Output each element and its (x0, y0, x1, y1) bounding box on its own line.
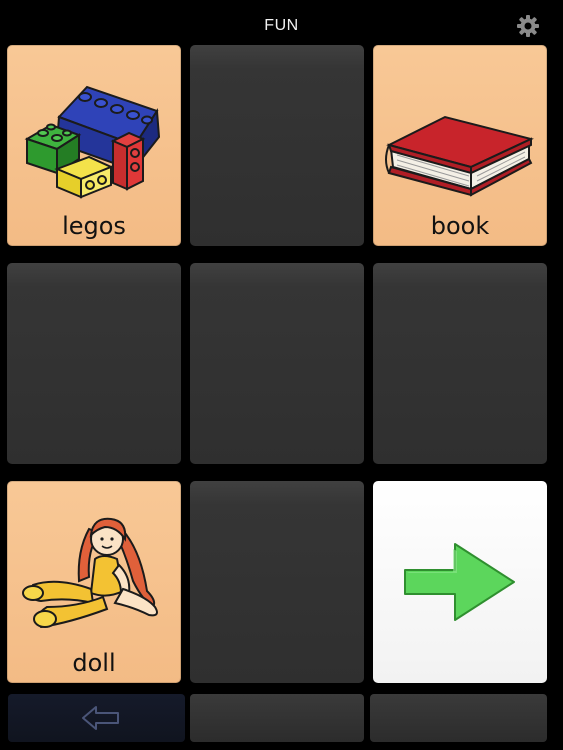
tile-empty[interactable] (190, 263, 364, 464)
bottom-button-empty[interactable] (190, 694, 364, 742)
header: FUN (0, 0, 563, 44)
right-arrow-icon (404, 543, 515, 621)
page-title: FUN (264, 17, 299, 34)
app-screen: FUN legos book doll (0, 0, 563, 750)
tile-legos[interactable]: legos (7, 45, 181, 246)
bottom-button-empty[interactable] (370, 694, 547, 742)
tile-book[interactable]: book (373, 45, 547, 246)
tile-empty[interactable] (190, 481, 364, 683)
tile-next-page[interactable] (373, 481, 547, 683)
book-picture (385, 115, 534, 197)
doll-picture (22, 517, 158, 629)
tile-empty[interactable] (190, 45, 364, 246)
tile-empty[interactable] (373, 263, 547, 464)
gear-icon[interactable] (515, 13, 541, 39)
tile-label: book (430, 212, 490, 240)
tile-label: doll (72, 649, 116, 677)
tile-empty[interactable] (7, 263, 181, 464)
tile-doll[interactable]: doll (7, 481, 181, 683)
left-arrow-icon (82, 706, 119, 730)
back-button[interactable] (8, 694, 185, 742)
legos-picture (24, 85, 161, 199)
tile-label: legos (62, 212, 126, 240)
